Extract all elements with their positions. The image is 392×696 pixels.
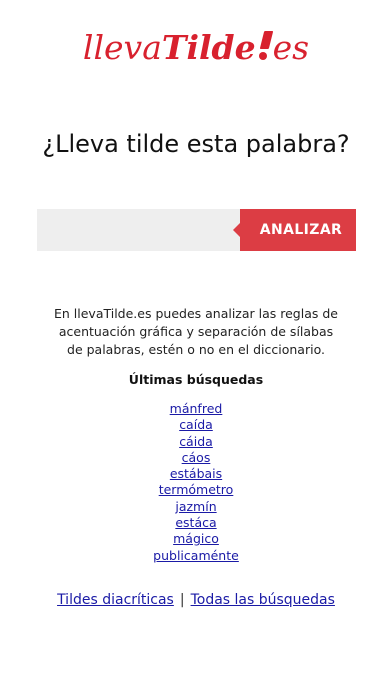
logo-text-lleva: lleva [82,28,162,67]
recent-search-link[interactable]: publicaménte [153,548,239,563]
logo-text-tilde: Tilde [161,28,256,67]
list-item: mágico [0,530,392,546]
list-item: termómetro [0,481,392,497]
exclamation-dot-icon [258,31,273,61]
list-item: jazmín [0,498,392,514]
list-item: estábais [0,465,392,481]
recent-search-link[interactable]: termómetro [159,482,234,497]
page: llevaTilde es ¿Lleva tilde esta palabra? … [0,0,392,696]
recent-search-link[interactable]: cáos [182,450,211,465]
list-item: cáida [0,433,392,449]
search-form: ANALIZAR [37,209,356,251]
all-searches-link[interactable]: Todas las búsquedas [191,592,335,608]
diacritic-tildes-link[interactable]: Tildes diacríticas [57,592,174,608]
list-item: cáos [0,449,392,465]
analyze-button[interactable]: ANALIZAR [233,209,356,251]
recent-searches-list: mánfred caída cáida cáos estábais termóm… [0,400,392,563]
recent-search-link[interactable]: caída [179,417,213,432]
site-logo[interactable]: llevaTilde es [0,26,392,70]
recent-search-link[interactable]: estáca [175,515,216,530]
list-item: caída [0,416,392,432]
logo-text-es: es [272,28,310,67]
recent-searches-title: Últimas búsquedas [128,372,264,387]
search-input[interactable] [37,209,240,251]
recent-search-link[interactable]: cáida [179,434,213,449]
list-item: publicaménte [0,547,392,563]
footer-separator: | [179,592,185,608]
list-item: estáca [0,514,392,530]
recent-search-link[interactable]: mánfred [170,401,223,416]
recent-search-link[interactable]: mágico [173,531,219,546]
recent-search-link[interactable]: estábais [170,466,222,481]
description-text: En llevaTilde.es puedes analizar las reg… [54,306,338,357]
recent-search-link[interactable]: jazmín [175,499,216,514]
footer-links: Tildes diacríticas | Todas las búsquedas [0,590,392,610]
page-title: ¿Lleva tilde esta palabra? [42,130,350,158]
list-item: mánfred [0,400,392,416]
